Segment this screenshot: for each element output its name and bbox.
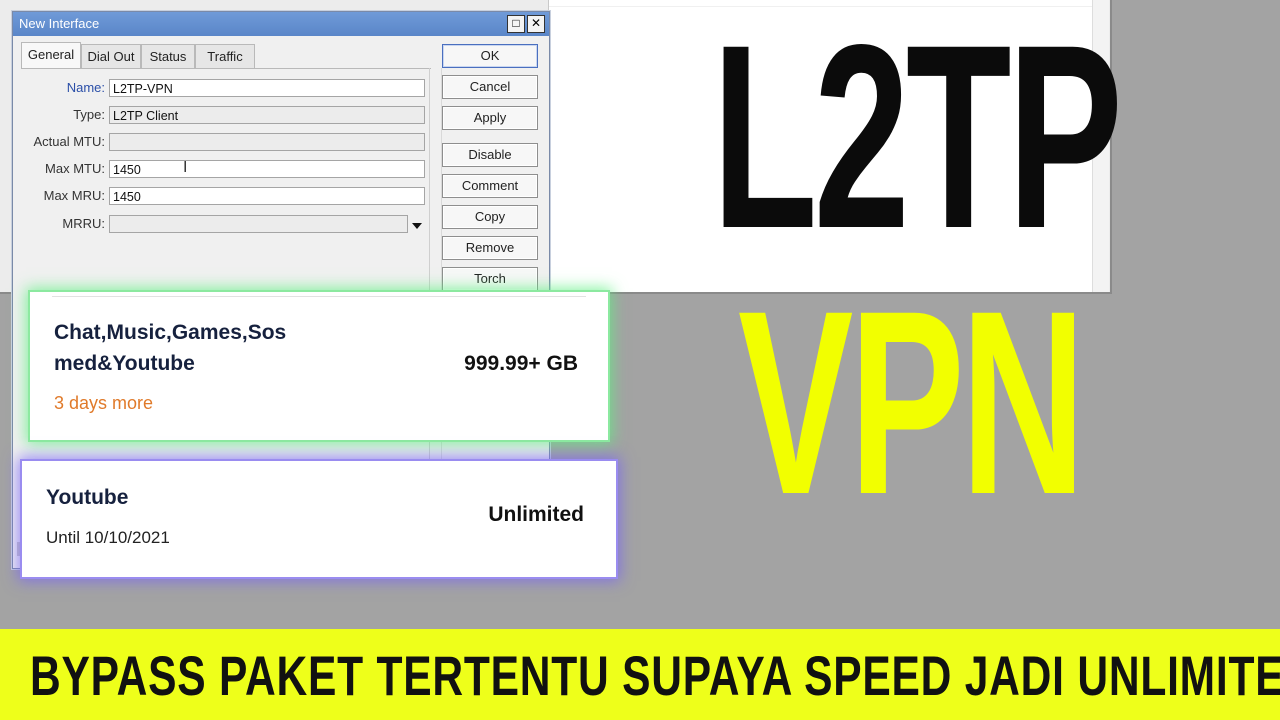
max-mtu-label: Max MTU: [45, 161, 105, 176]
disable-button[interactable]: Disable [442, 143, 538, 167]
tab-dial-out[interactable]: Dial Out [81, 44, 141, 68]
headline-vpn: VPN [738, 256, 1086, 549]
package-card-youtube[interactable]: Youtube Unlimited Until 10/10/2021 [22, 461, 616, 577]
cancel-button[interactable]: Cancel [442, 75, 538, 99]
max-mru-field[interactable]: 1450 [109, 187, 425, 205]
divider [52, 296, 586, 297]
mrru-label: MRRU: [62, 216, 105, 231]
tab-general[interactable]: General [21, 42, 81, 68]
package-expiry: 3 days more [54, 393, 154, 413]
dialog-titlebar[interactable]: New Interface [13, 12, 549, 36]
headline-l2tp: L2TP [712, 0, 1123, 283]
comment-button[interactable]: Comment [442, 174, 538, 198]
max-mru-label: Max MRU: [43, 188, 105, 203]
package-title: Youtube [46, 486, 129, 509]
banner-text: BYPASS PAKET TERTENTU SUPAYA SPEED JADI … [30, 644, 1280, 707]
name-label: Name: [66, 80, 105, 95]
package-title: Chat,Music,Games,Sos med&Youtube [54, 321, 287, 375]
mrru-field[interactable] [109, 215, 408, 233]
chevron-down-icon[interactable] [412, 223, 422, 229]
package-quota: 999.99+ GB [464, 352, 578, 375]
close-button[interactable]: ✕ [527, 15, 545, 33]
type-label: Type: [73, 107, 105, 122]
apply-button[interactable]: Apply [442, 106, 538, 130]
tab-status[interactable]: Status [141, 44, 195, 68]
type-field: L2TP Client [109, 106, 425, 124]
max-mtu-field[interactable]: 1450 [109, 160, 425, 178]
tab-traffic[interactable]: Traffic [195, 44, 255, 68]
package-card-chat[interactable]: Chat,Music,Games,Sos med&Youtube 999.99+… [30, 292, 608, 440]
remove-button[interactable]: Remove [442, 236, 538, 260]
ok-button[interactable]: OK [442, 44, 538, 68]
package-expiry: Until 10/10/2021 [46, 528, 170, 547]
general-panel: Name: L2TP-VPN Type: L2TP Client Actual … [21, 68, 431, 329]
dialog-title: New Interface [19, 16, 100, 31]
actual-mtu-field [109, 133, 425, 151]
copy-button[interactable]: Copy [442, 205, 538, 229]
package-quota: Unlimited [488, 503, 584, 526]
torch-button[interactable]: Torch [442, 267, 538, 291]
actual-mtu-label: Actual MTU: [33, 134, 105, 149]
restore-button[interactable]: □ [507, 15, 525, 33]
name-field[interactable]: L2TP-VPN [109, 79, 425, 97]
text-cursor-icon: I [183, 159, 188, 176]
